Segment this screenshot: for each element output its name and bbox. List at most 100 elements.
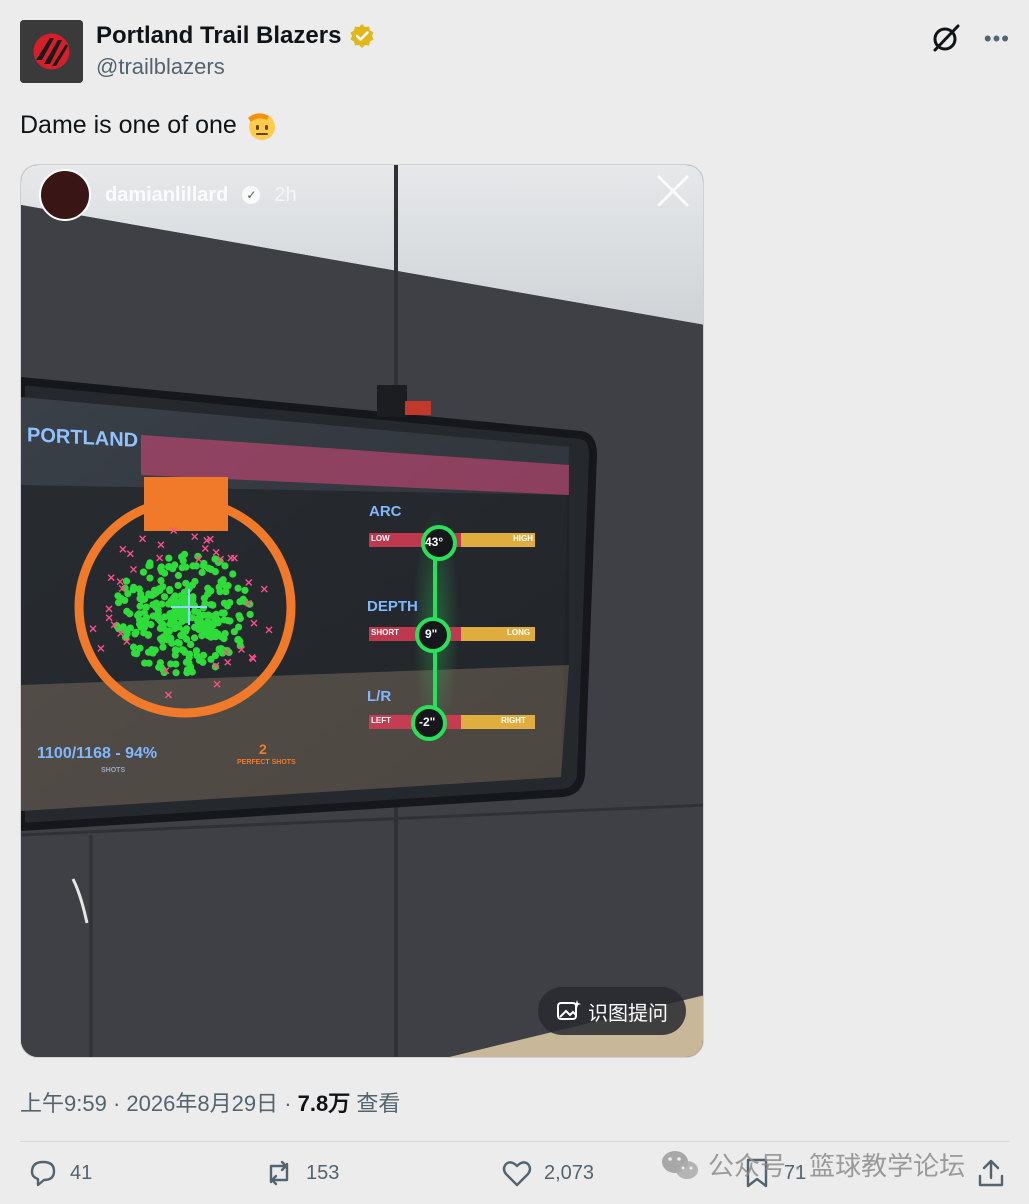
saluting-face-emoji-icon xyxy=(247,113,275,140)
made-shot-dot xyxy=(172,660,180,668)
made-shot-dot xyxy=(122,577,131,585)
hud-lr-right: RIGHT xyxy=(501,716,526,725)
made-shot-dot xyxy=(165,554,173,562)
made-shot-dot xyxy=(114,592,122,600)
grok-icon[interactable] xyxy=(930,22,962,54)
made-shot-dot xyxy=(210,618,218,626)
like-count: 2,073 xyxy=(544,1161,595,1184)
made-shot-dot xyxy=(201,628,209,636)
share-button[interactable] xyxy=(974,1156,1008,1190)
reply-icon xyxy=(30,1160,56,1187)
meta-separator: · xyxy=(284,1091,292,1116)
hud-depth-short: SHORT xyxy=(371,628,399,637)
identify-image-button[interactable]: 识图提问 xyxy=(538,987,686,1035)
made-shot-dot xyxy=(220,635,228,643)
made-shot-dot xyxy=(160,593,169,601)
made-shot-dot xyxy=(183,625,191,633)
made-shot-dot xyxy=(157,576,165,585)
made-shot-dot xyxy=(146,574,154,582)
made-shot-dot xyxy=(173,598,181,606)
made-shot-dot xyxy=(217,578,225,586)
close-icon xyxy=(657,175,689,207)
made-shot-dot xyxy=(182,658,191,666)
reply-count: 41 xyxy=(70,1161,93,1184)
made-shot-dot xyxy=(136,644,144,652)
tweet-time[interactable]: 上午9:59 xyxy=(20,1091,107,1116)
hud-depth-label: DEPTH xyxy=(367,598,418,615)
made-shot-dot xyxy=(123,607,131,615)
heart-icon xyxy=(502,1161,532,1187)
made-shot-dot xyxy=(207,655,215,663)
made-shot-dot xyxy=(161,569,169,577)
made-shot-dot xyxy=(182,579,190,587)
tweet-date[interactable]: 2026年8月29日 xyxy=(126,1091,278,1116)
hud-arc-high: HIGH xyxy=(513,534,533,543)
made-shot-dot xyxy=(155,663,163,671)
made-shot-dot xyxy=(172,669,180,677)
made-shot-dot xyxy=(172,646,180,654)
made-shot-dot xyxy=(178,553,186,561)
made-shot-dot xyxy=(179,646,188,654)
made-shot-dot xyxy=(138,596,147,604)
made-shot-dot xyxy=(129,586,137,594)
made-shot-dot xyxy=(136,602,144,610)
made-shot-dot xyxy=(141,659,149,667)
tweet-meta: 上午9:59 · 2026年8月29日 · 7.8万 查看 xyxy=(20,1086,400,1118)
account-avatar[interactable] xyxy=(20,20,83,83)
story-username[interactable]: damianlillard xyxy=(105,184,228,207)
meta-separator: · xyxy=(112,1091,121,1116)
hud-depth-long: LONG xyxy=(507,628,531,637)
tweet-media[interactable]: damianlillard ✓ 2h PORTLAND ARC LOW 43° … xyxy=(20,164,704,1058)
made-shot-dot xyxy=(119,623,127,631)
made-shot-dot xyxy=(216,588,224,596)
made-shot-dot xyxy=(234,623,243,631)
story-avatar[interactable] xyxy=(39,169,91,221)
made-shot-dot xyxy=(188,668,196,676)
tweet-header: Portland Trail Blazers @trailblazers ••• xyxy=(20,20,1010,84)
made-shot-dot xyxy=(154,606,162,614)
made-shot-dot xyxy=(152,599,160,607)
made-shot-dot xyxy=(193,615,202,623)
made-shot-dot xyxy=(226,598,234,607)
hud-lr-left: LEFT xyxy=(371,716,391,725)
watermark: 公众号 · 篮球教学论坛 xyxy=(660,1146,965,1183)
name-row: Portland Trail Blazers xyxy=(96,22,375,50)
made-shot-dot xyxy=(174,581,182,590)
made-shot-dot xyxy=(234,635,242,644)
made-shot-dot xyxy=(204,584,212,592)
made-shot-dot xyxy=(147,621,155,629)
made-shot-dot xyxy=(148,645,156,654)
verified-badge-icon[interactable] xyxy=(349,23,375,49)
made-shot-dot xyxy=(166,610,174,618)
account-handle[interactable]: @trailblazers xyxy=(96,54,225,80)
hud-perfect-count: 2 xyxy=(259,741,267,757)
tweet-body: Dame is one of one xyxy=(20,110,237,139)
made-shot-dot xyxy=(129,643,138,651)
made-shot-dot xyxy=(136,616,144,624)
repost-icon xyxy=(269,1160,289,1186)
repost-button[interactable]: 153 xyxy=(262,1156,339,1190)
hud-depth-value: 9" xyxy=(425,627,438,641)
made-shot-dot xyxy=(236,614,244,623)
made-shot-dot xyxy=(114,598,123,607)
made-shot-dot xyxy=(171,561,179,569)
hud-arc-label: ARC xyxy=(369,503,402,520)
hud-lr-value: -2" xyxy=(419,715,436,729)
made-shot-dot xyxy=(189,562,197,570)
media-photo xyxy=(21,165,703,1057)
made-shot-dot xyxy=(175,623,183,631)
share-icon xyxy=(978,1159,1004,1187)
made-shot-dot xyxy=(178,608,186,616)
made-shot-dot xyxy=(137,623,145,631)
account-name[interactable]: Portland Trail Blazers xyxy=(96,22,341,50)
hud-lr-label: L/R xyxy=(367,688,392,705)
made-shot-dot xyxy=(199,658,207,666)
made-shot-dot xyxy=(167,634,175,642)
made-shot-dot xyxy=(241,586,249,594)
reply-button[interactable]: 41 xyxy=(26,1156,92,1190)
views-label: 查看 xyxy=(356,1091,401,1116)
more-options-icon[interactable]: ••• xyxy=(984,28,1010,50)
made-shot-dot xyxy=(144,631,153,639)
made-shot-dot xyxy=(191,607,199,615)
like-button[interactable]: 2,073 xyxy=(500,1156,594,1190)
